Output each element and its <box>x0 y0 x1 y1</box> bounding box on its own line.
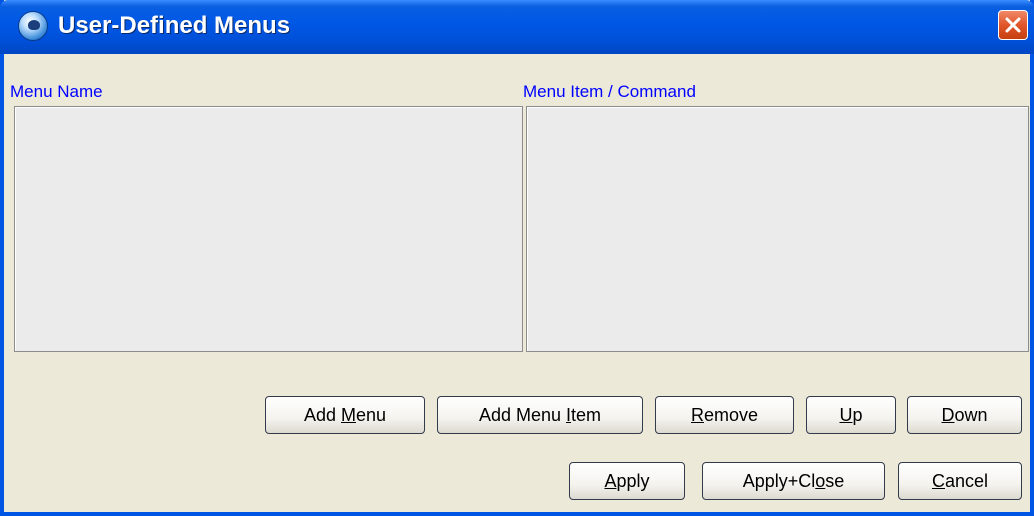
close-button[interactable] <box>998 10 1028 40</box>
menu-name-label: Menu Name <box>10 82 103 101</box>
apply-button[interactable]: Apply <box>569 462 685 500</box>
menu-name-list[interactable] <box>14 106 523 352</box>
menu-item-label: Menu Item / Command <box>523 82 696 101</box>
add-menu-button[interactable]: Add Menu <box>265 396 425 434</box>
up-button[interactable]: Up <box>806 396 896 434</box>
close-icon <box>1005 17 1021 33</box>
remove-button[interactable]: Remove <box>655 396 794 434</box>
dialog-window: User-Defined Menus Menu Name Menu Item /… <box>0 0 1034 516</box>
window-title: User-Defined Menus <box>58 12 291 39</box>
apply-close-button[interactable]: Apply+Cl o se <box>702 462 885 500</box>
add-menu-item-button[interactable]: Add Menu Item <box>437 396 643 434</box>
app-globe-icon <box>18 11 48 41</box>
menu-item-list[interactable] <box>526 106 1029 352</box>
title-bar[interactable]: User-Defined Menus <box>0 0 1034 54</box>
down-button[interactable]: Down <box>907 396 1022 434</box>
cancel-button[interactable]: Cancel <box>898 462 1022 500</box>
